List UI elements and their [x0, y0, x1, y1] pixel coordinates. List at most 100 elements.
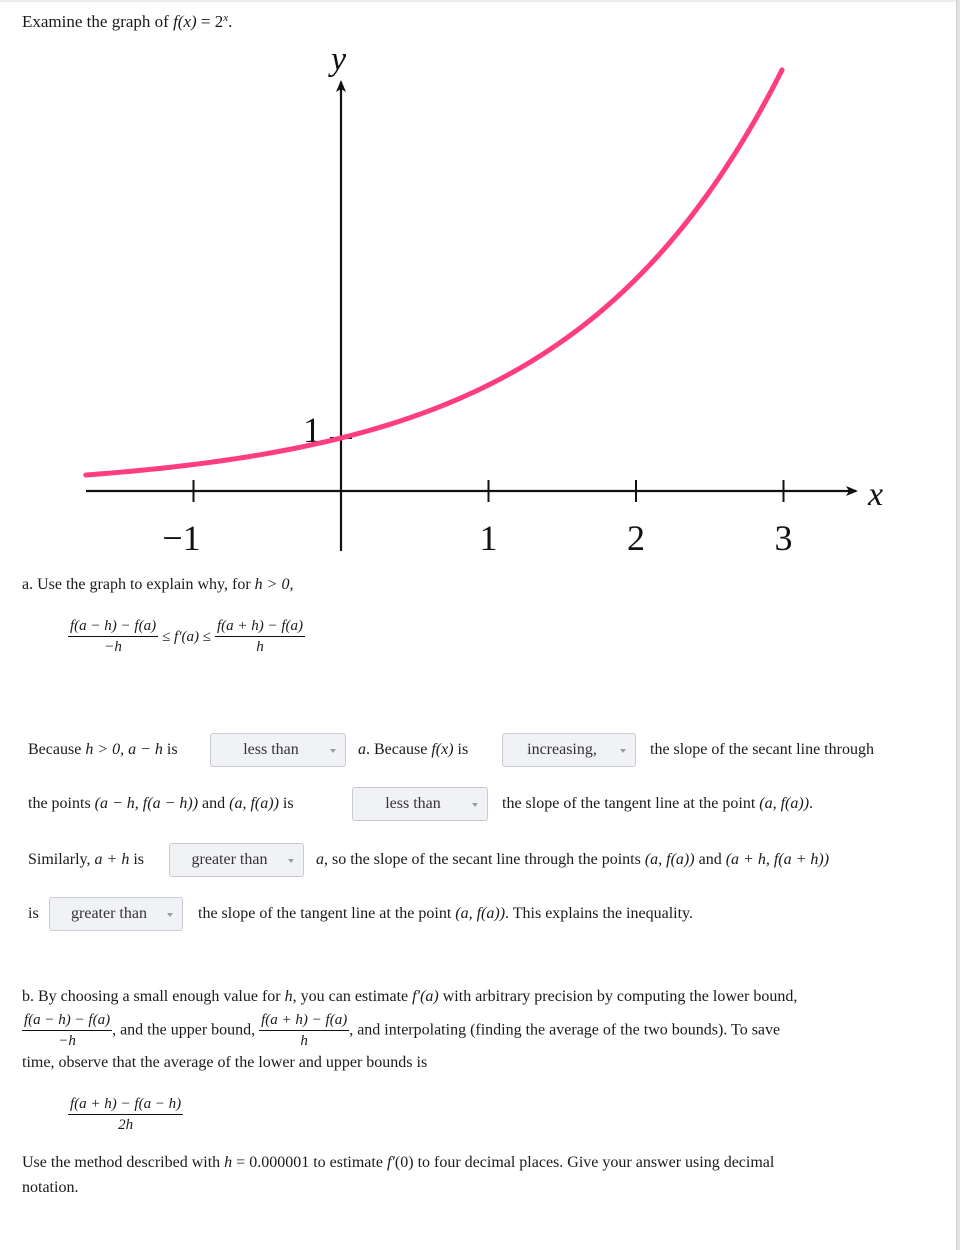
lower-bound-fraction: f(a − h) − f(a) −h [22, 1012, 113, 1050]
math: f(x) [431, 741, 454, 758]
sentence-1-start: Because h > 0, a − h is [28, 741, 178, 759]
chevron-down-icon [167, 913, 173, 917]
chevron-down-icon [288, 859, 294, 863]
upper-bound-fraction: f(a + h) − f(a) h [259, 1012, 350, 1050]
fraction-numerator: f(a + h) − f(a) [259, 1012, 350, 1031]
math: f′ [386, 1154, 395, 1171]
page-top-border [0, 0, 960, 2]
math: (a, f(a)) [759, 795, 810, 812]
text: is [129, 851, 144, 868]
text: , you can estimate [292, 988, 413, 1005]
fraction-denominator: −h [104, 639, 122, 655]
math: (a, f(a)) [644, 851, 695, 868]
math: a [358, 741, 366, 758]
intro-equals: = 2 [196, 12, 224, 31]
math: h [224, 1154, 233, 1171]
symmetric-difference-quotient: f(a + h) − f(a − h) 2h [68, 1096, 184, 1134]
sentence-2-end: the slope of the tangent line at the poi… [502, 795, 813, 813]
dropdown-right-secant-comparison[interactable]: greater than [49, 897, 183, 931]
sentence-3-start: Similarly, a + h is [28, 851, 144, 869]
x-axis-label: x [867, 476, 883, 513]
math: a [316, 851, 324, 868]
text: and [694, 851, 726, 868]
part-a-condition: h > 0, [254, 576, 294, 593]
dropdown-a-plus-h-comparison[interactable]: greater than [169, 843, 304, 877]
fraction-numerator: f(a + h) − f(a − h) [68, 1096, 184, 1115]
text: , and interpolating (finding the average… [349, 1021, 781, 1039]
fraction-denominator: h [256, 639, 264, 655]
sentence-1-middle: a. Because f(x) is [358, 741, 468, 759]
math: (a + h, f(a + h)) [725, 851, 830, 868]
sentence-2-start: the points (a − h, f(a − h)) and (a, f(a… [28, 795, 294, 813]
dropdown-selected-value: increasing, [527, 741, 597, 758]
dropdown-selected-value: less than [243, 741, 299, 758]
right-difference-quotient: f(a + h) − f(a) h [214, 618, 306, 656]
text: the slope of the tangent line at the poi… [502, 795, 760, 812]
intro-func: f(x) [173, 12, 197, 31]
x-tick-label: −1 [162, 518, 200, 558]
fraction-denominator: 2h [118, 1117, 134, 1133]
text: is [278, 795, 294, 812]
text: is [162, 741, 178, 758]
intro-text: Examine the graph of f(x) = 2x. [22, 12, 232, 32]
part-a-prompt: a. Use the graph to explain why, for h >… [22, 576, 293, 594]
sentence-1-end: the slope of the secant line through [650, 741, 874, 759]
math: f′(a) [412, 988, 439, 1005]
x-tick-label: 3 [775, 518, 793, 558]
part-b-line-3: time, observe that the average of the lo… [22, 1054, 427, 1072]
final-instruction-cont: notation. [22, 1179, 78, 1197]
average-formula: f(a + h) − f(a − h) 2h [68, 1096, 184, 1134]
text: . Because [366, 741, 432, 758]
sentence-4-end: the slope of the tangent line at the poi… [198, 905, 693, 923]
math: h [284, 988, 293, 1005]
text: the slope of the tangent line at the poi… [198, 905, 456, 922]
fraction-numerator: f(a − h) − f(a) [22, 1012, 113, 1031]
dropdown-selected-value: greater than [191, 851, 268, 868]
y-axis-label: y [328, 41, 347, 78]
text: Use the method described with [22, 1154, 225, 1171]
x-tick-label: 2 [627, 518, 645, 558]
text: Because [28, 741, 86, 758]
dropdown-a-minus-h-comparison[interactable]: less than [210, 733, 346, 767]
inequality-middle: ≤ f′(a) ≤ [162, 628, 211, 645]
sentence-3-end: a, so the slope of the secant line throu… [316, 851, 829, 869]
text: , and the upper bound, [112, 1021, 260, 1039]
math: h > 0, a − h [85, 741, 163, 758]
text: is [28, 905, 39, 922]
dropdown-function-behavior[interactable]: increasing, [502, 733, 636, 767]
curve-2-to-the-x [83, 67, 785, 478]
math: (a, f(a)) [229, 795, 279, 812]
text: the points [28, 795, 95, 812]
fraction-numerator: f(a − h) − f(a) [68, 618, 159, 637]
text: = 0.000001 to estimate [232, 1154, 387, 1171]
chevron-down-icon [330, 749, 336, 753]
inequality: f(a − h) − f(a) −h ≤ f′(a) ≤ f(a + h) − f(a… [68, 618, 306, 656]
text: b. By choosing a small enough value for [22, 988, 285, 1005]
function-graph: −1 1 2 3 1 x y [83, 41, 883, 558]
dropdown-left-secant-comparison[interactable]: less than [352, 787, 488, 821]
text: time, observe that the average of the lo… [22, 1054, 428, 1071]
math: (a − h, f(a − h)) [94, 795, 199, 812]
fraction-numerator: f(a + h) − f(a) [214, 618, 306, 637]
math: (a, f(a)) [455, 905, 506, 922]
text: , so the slope of the secant line throug… [324, 851, 645, 868]
intro-prefix: Examine the graph of [22, 12, 174, 31]
text: Similarly, [28, 851, 95, 868]
part-a-text: a. Use the graph to explain why, for [22, 576, 255, 593]
dropdown-selected-value: less than [385, 795, 441, 812]
fraction-denominator: h [300, 1033, 308, 1049]
chevron-down-icon [472, 803, 478, 807]
text: . This explains the inequality. [505, 905, 693, 922]
text: notation. [22, 1179, 79, 1196]
final-instruction: Use the method described with h = 0.0000… [22, 1154, 774, 1172]
text: with arbitrary precision by computing th… [438, 988, 798, 1005]
text: is [453, 741, 469, 758]
text: (0) to four decimal places. Give your an… [394, 1154, 775, 1171]
dropdown-selected-value: greater than [71, 905, 147, 922]
x-tick-label: 1 [480, 518, 498, 558]
fraction-denominator: −h [58, 1033, 76, 1049]
text: . [809, 795, 814, 812]
left-difference-quotient: f(a − h) − f(a) −h [68, 618, 159, 656]
text: and [198, 795, 230, 812]
text: the slope of the secant line through [650, 741, 874, 758]
